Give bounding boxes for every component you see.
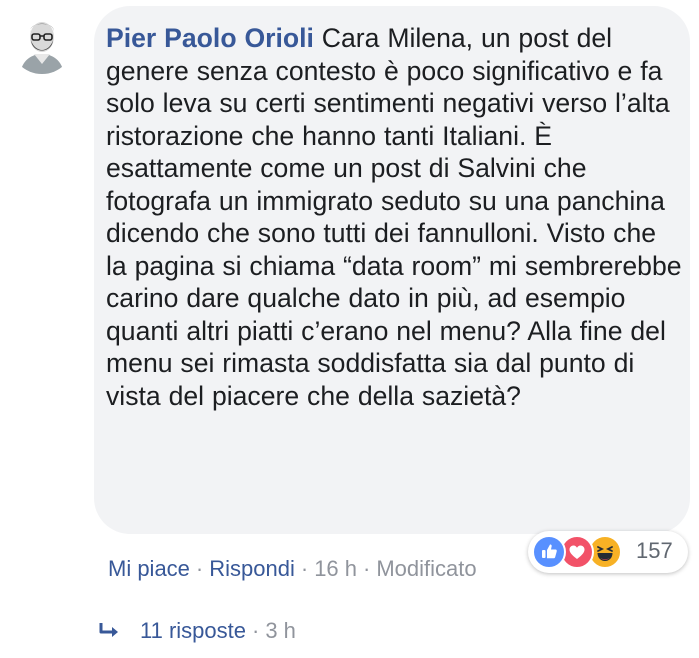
comment-author-link[interactable]: Pier Paolo Orioli xyxy=(106,23,314,53)
replies-count-link[interactable]: 11 risposte xyxy=(140,618,246,643)
avatar[interactable] xyxy=(10,10,74,74)
comment-body: Pier Paolo Orioli Cara Milena, un post d… xyxy=(106,22,684,412)
separator: · xyxy=(251,618,260,643)
separator: · xyxy=(195,556,204,581)
reply-arrow-icon xyxy=(98,621,124,647)
edited-label[interactable]: Modificato xyxy=(376,556,476,581)
reactions-summary[interactable]: 157 xyxy=(528,531,688,573)
separator: · xyxy=(363,556,371,581)
replies-timestamp: 3 h xyxy=(265,618,296,643)
comment-timestamp[interactable]: 16 h xyxy=(314,556,357,581)
user-avatar-icon xyxy=(10,10,74,74)
view-replies-link[interactable]: 11 risposte · 3 h xyxy=(98,618,296,647)
comment-actions: Mi piace · Rispondi · 16 h · Modificato xyxy=(108,556,528,582)
reply-button[interactable]: Rispondi xyxy=(209,556,295,581)
separator: · xyxy=(300,556,309,581)
comment-text: Cara Milena, un post del genere senza co… xyxy=(106,23,682,411)
like-icon xyxy=(532,535,566,569)
reactions-count: 157 xyxy=(636,538,673,563)
like-button[interactable]: Mi piace xyxy=(108,556,190,581)
